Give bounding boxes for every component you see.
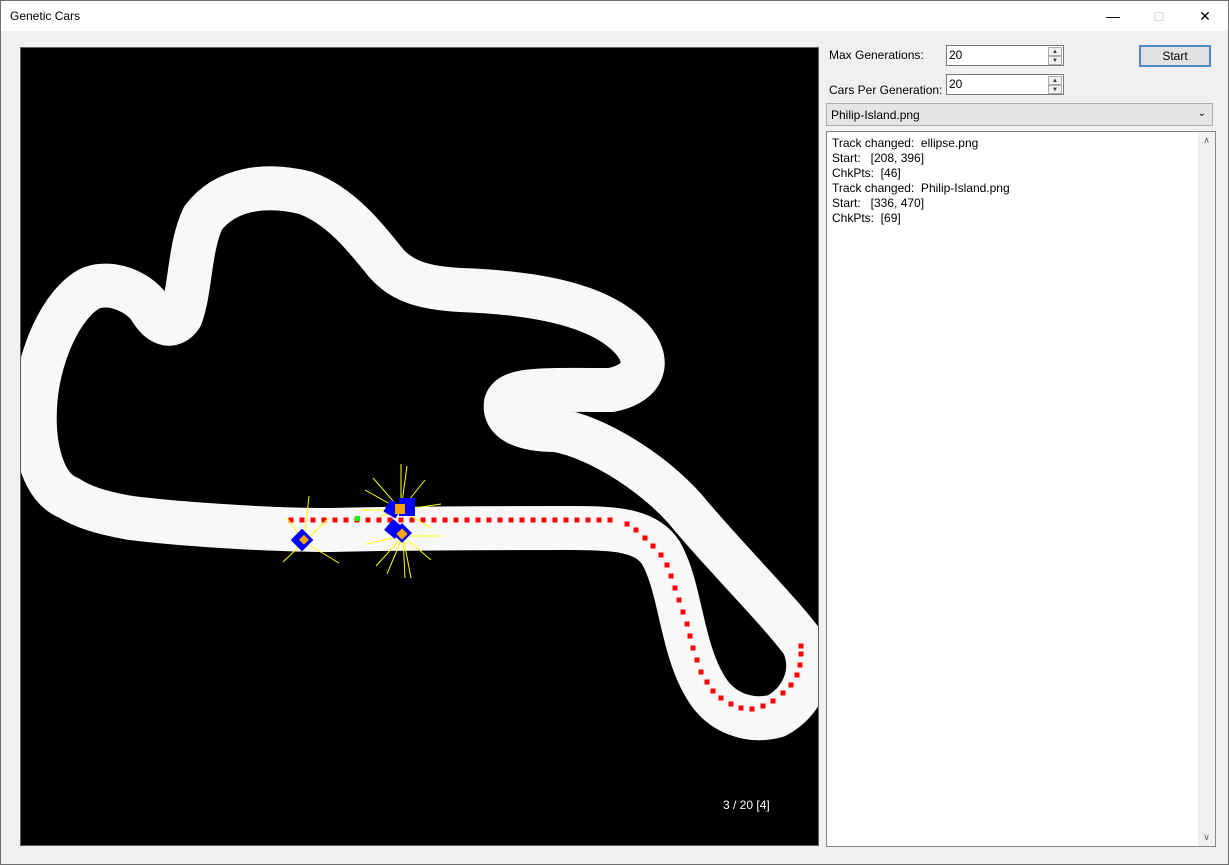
path-dot (552, 517, 558, 523)
path-dot (541, 517, 547, 523)
path-dot (624, 521, 630, 527)
path-dot (642, 535, 648, 541)
path-dot (530, 517, 536, 523)
log-line: ChkPts: [46] (832, 166, 901, 180)
path-dot (464, 517, 470, 523)
path-dot (788, 682, 794, 688)
path-dot (585, 517, 591, 523)
path-dot (398, 517, 404, 523)
spin-up-icon[interactable]: ▲ (1048, 47, 1062, 56)
path-dot (749, 706, 755, 712)
log-line: ChkPts: [69] (832, 211, 901, 225)
path-dot (442, 517, 448, 523)
path-dot (519, 517, 525, 523)
log-line: Start: [208, 396] (832, 151, 925, 165)
title-bar: Genetic Cars ― □ ✕ (1, 1, 1228, 31)
max-generations-value: 20 (949, 48, 963, 62)
path-dot (780, 690, 786, 696)
log-line: Track changed: Philip-Island.png (832, 181, 1010, 195)
close-button[interactable]: ✕ (1182, 1, 1228, 31)
path-dot (798, 643, 804, 649)
max-generations-label: Max Generations: (829, 48, 924, 62)
path-dot (668, 573, 674, 579)
close-icon: ✕ (1199, 7, 1211, 24)
log-line: Start: [336, 470] (832, 196, 925, 210)
spin-down-icon[interactable]: ▼ (1048, 85, 1062, 94)
path-dot (431, 517, 437, 523)
cars-per-generation-value: 20 (949, 77, 963, 91)
path-dot (718, 695, 724, 701)
maximize-icon: □ (1154, 8, 1164, 24)
path-dot (698, 669, 704, 675)
path-dot (365, 517, 371, 523)
path-dot (409, 517, 415, 523)
cars-per-generation-label: Cars Per Generation: (829, 83, 943, 97)
path-dot (770, 698, 776, 704)
path-dot (376, 517, 382, 523)
path-dot (710, 688, 716, 694)
path-dot (687, 633, 693, 639)
path-dot (672, 585, 678, 591)
chevron-down-icon: ⌄ (1197, 108, 1206, 119)
track-select-value: Philip-Island.png (831, 108, 920, 122)
path-dot (332, 517, 338, 523)
start-button[interactable]: Start (1139, 45, 1211, 67)
path-dot (658, 552, 664, 558)
log-lines: Track changed: ellipse.png Start: [208, … (832, 136, 1010, 226)
path-dot (310, 517, 316, 523)
path-dot (728, 701, 734, 707)
path-dot (794, 672, 800, 678)
path-dot (760, 703, 766, 709)
path-dot (497, 517, 503, 523)
path-dot (633, 527, 639, 533)
track-select[interactable]: Philip-Island.png ⌄ (826, 103, 1213, 126)
path-dot (299, 517, 305, 523)
start-marker (355, 516, 360, 521)
path-dot (738, 705, 744, 711)
path-dot (508, 517, 514, 523)
path-dot (475, 517, 481, 523)
minimize-icon: ― (1106, 8, 1120, 24)
path-dot (694, 657, 700, 663)
scroll-down-icon[interactable]: ∨ (1198, 829, 1215, 846)
path-dot (650, 543, 656, 549)
path-dot (797, 662, 803, 668)
path-dot (664, 562, 670, 568)
path-dot (684, 621, 690, 627)
maximize-button[interactable]: □ (1136, 1, 1182, 31)
cars-per-generation-input[interactable]: 20 ▲ ▼ (946, 74, 1064, 95)
path-dot (574, 517, 580, 523)
log-textbox[interactable]: Track changed: ellipse.png Start: [208, … (826, 131, 1216, 847)
path-dot (676, 597, 682, 603)
race-track (21, 166, 818, 741)
path-dot (486, 517, 492, 523)
path-dot (607, 517, 613, 523)
path-dot (563, 517, 569, 523)
spin-down-icon[interactable]: ▼ (1048, 56, 1062, 65)
path-dot (343, 517, 349, 523)
track-drawing (21, 166, 818, 741)
log-line: Track changed: ellipse.png (832, 136, 979, 150)
log-scrollbar[interactable]: ∧ ∨ (1198, 132, 1215, 846)
spin-up-icon[interactable]: ▲ (1048, 76, 1062, 85)
path-dot (453, 517, 459, 523)
path-dot (690, 645, 696, 651)
max-generations-input[interactable]: 20 ▲ ▼ (946, 45, 1064, 66)
start-button-label: Start (1162, 49, 1188, 63)
generation-counter: 3 / 20 [4] (723, 798, 770, 812)
window-title: Genetic Cars (10, 9, 81, 23)
simulation-canvas: 3 / 20 [4] (20, 47, 819, 846)
path-dot (680, 609, 686, 615)
path-dot (798, 651, 804, 657)
minimize-button[interactable]: ― (1090, 1, 1136, 31)
path-dot (596, 517, 602, 523)
scroll-up-icon[interactable]: ∧ (1198, 132, 1215, 149)
path-dot (704, 679, 710, 685)
